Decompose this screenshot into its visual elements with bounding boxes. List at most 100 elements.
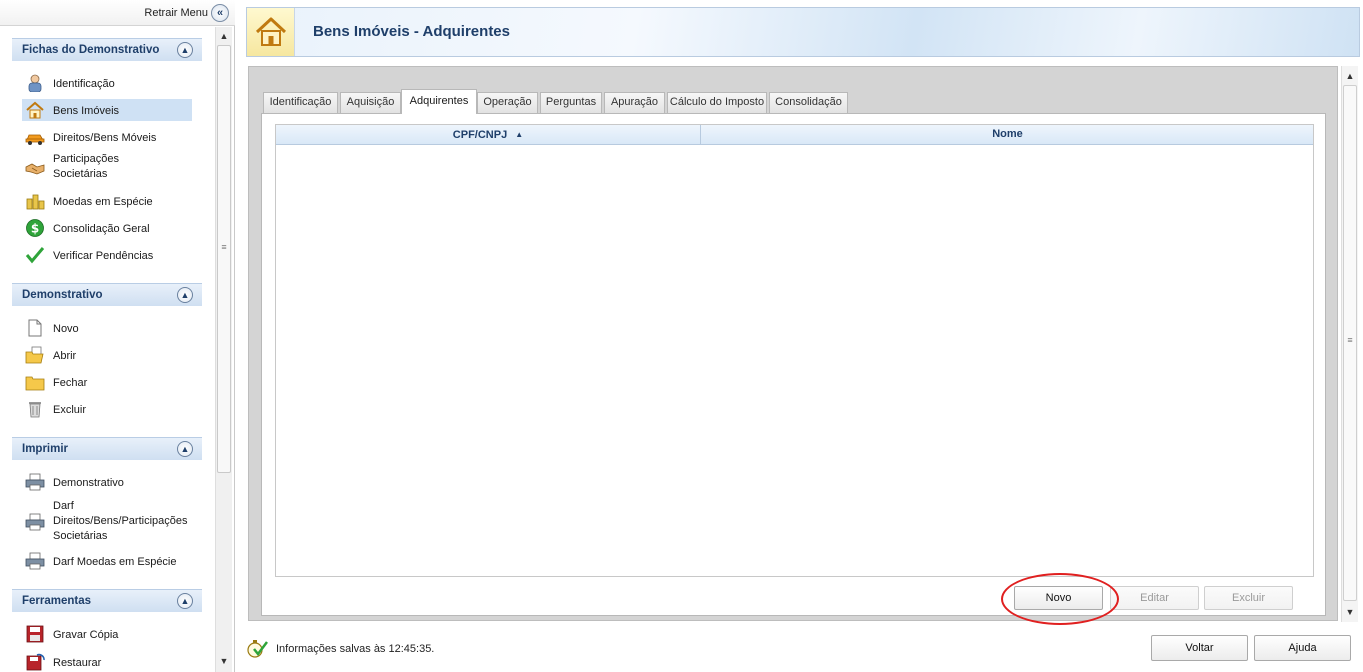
highlight-circle <box>1001 573 1119 625</box>
menu-item-direitos-bens-moveis[interactable]: Direitos/Bens Móveis <box>22 126 192 148</box>
svg-text:$: $ <box>31 222 39 236</box>
menu-item-label: Identificação <box>53 78 115 90</box>
sort-ascending-icon: ▲ <box>515 130 524 139</box>
left-menu: Retrair Menu « Fichas do Demonstrativo ▲… <box>0 0 235 672</box>
tab-calculo-do-imposto[interactable]: Cálculo do Imposto <box>667 92 767 113</box>
menu-item-gravar-copia[interactable]: Gravar Cópia <box>22 623 192 645</box>
collapse-menu-bar[interactable]: Retrair Menu « <box>0 0 235 26</box>
new-document-icon <box>28 319 42 337</box>
menu-item-imprimir-demonstrativo[interactable]: Demonstrativo <box>22 471 192 493</box>
restore-icon <box>26 653 45 671</box>
menu-item-label: Gravar Cópia <box>53 629 119 641</box>
menu-item-novo[interactable]: Novo <box>22 317 192 339</box>
menu-item-label: Demonstrativo <box>53 477 124 489</box>
menu-item-label: Moedas em Espécie <box>53 196 153 208</box>
menu-item-identificacao[interactable]: Identificação <box>22 72 192 94</box>
section-header-ferramentas[interactable]: Ferramentas ▲ <box>12 589 202 612</box>
tab-identificacao[interactable]: Identificação <box>263 92 338 113</box>
adquirentes-table[interactable]: CPF/CNPJ ▲ Nome <box>275 124 1314 577</box>
menu-item-label: Darf Direitos/Bens/Participações Societá… <box>53 500 188 542</box>
collapse-section-icon[interactable]: ▲ <box>177 287 193 303</box>
section-header-fichas[interactable]: Fichas do Demonstrativo ▲ <box>12 38 202 61</box>
collapse-section-icon[interactable]: ▲ <box>177 593 193 609</box>
collapse-section-icon[interactable]: ▲ <box>177 441 193 457</box>
section-title: Imprimir <box>22 443 69 455</box>
house-icon <box>26 101 44 119</box>
tab-apuracao[interactable]: Apuração <box>604 92 665 113</box>
menu-item-label: Verificar Pendências <box>53 250 154 262</box>
car-icon <box>25 134 45 145</box>
menu-item-excluir[interactable]: Excluir <box>22 398 192 420</box>
menu-item-participacoes-societarias[interactable]: Participações Societárias <box>22 152 192 184</box>
tab-aquisicao[interactable]: Aquisição <box>340 92 401 113</box>
menu-item-restaurar[interactable]: Restaurar <box>22 651 192 672</box>
scroll-down-arrow-icon[interactable]: ▼ <box>217 654 231 668</box>
content-scrollbar[interactable]: ▲ ≡ ▼ <box>1341 66 1358 622</box>
collapse-menu-label[interactable]: Retrair Menu <box>144 7 208 19</box>
editar-button[interactable]: Editar <box>1110 586 1199 610</box>
tab-panel-adquirentes: CPF/CNPJ ▲ Nome Novo Editar Excluir <box>261 113 1326 625</box>
content-panel: Identificação Aquisição Adquirentes Oper… <box>248 66 1338 625</box>
check-icon <box>25 247 45 264</box>
menu-item-label: Fechar <box>53 377 88 389</box>
ajuda-button[interactable]: Ajuda <box>1254 635 1351 661</box>
menu-item-label: Direitos/Bens Móveis <box>53 132 157 144</box>
voltar-button[interactable]: Voltar <box>1151 635 1248 661</box>
scroll-up-arrow-icon[interactable]: ▲ <box>1343 69 1357 83</box>
printer-icon <box>25 513 45 531</box>
section-title: Demonstrativo <box>22 289 103 301</box>
section-header-imprimir[interactable]: Imprimir ▲ <box>12 437 202 460</box>
collapse-double-chevron-icon[interactable]: « <box>211 4 229 22</box>
open-folder-icon <box>25 346 44 364</box>
collapse-section-icon[interactable]: ▲ <box>177 42 193 58</box>
tab-consolidacao[interactable]: Consolidação <box>769 92 848 113</box>
printer-icon <box>25 552 45 570</box>
menu-item-verificar-pendencias[interactable]: Verificar Pendências <box>22 244 192 266</box>
menu-scroll-area: Fichas do Demonstrativo ▲ Identificação … <box>0 27 214 672</box>
coins-icon <box>26 194 45 210</box>
house-icon <box>255 17 287 46</box>
menu-item-label: Excluir <box>53 404 87 416</box>
page-header: Bens Imóveis - Adquirentes <box>246 7 1360 57</box>
menu-item-darf-moedas[interactable]: Darf Moedas em Espécie <box>22 550 192 572</box>
status-text: Informações salvas às 12:45:35. <box>276 643 435 655</box>
menu-item-moedas-em-especie[interactable]: Moedas em Espécie <box>22 190 192 212</box>
excluir-button[interactable]: Excluir <box>1204 586 1293 610</box>
header-icon-box <box>247 8 295 56</box>
section-header-demonstrativo[interactable]: Demonstrativo ▲ <box>12 283 202 306</box>
column-header-label: Nome <box>992 128 1023 140</box>
scroll-up-arrow-icon[interactable]: ▲ <box>217 29 231 43</box>
tab-perguntas[interactable]: Perguntas <box>540 92 602 113</box>
column-header-nome[interactable]: Nome <box>702 125 1313 144</box>
ajuda-button-label: Ajuda <box>1288 642 1317 654</box>
menu-item-label: Novo <box>53 323 79 335</box>
voltar-button-label: Voltar <box>1185 642 1214 654</box>
printer-icon <box>25 473 45 491</box>
menu-item-abrir[interactable]: Abrir <box>22 344 192 366</box>
scroll-thumb[interactable] <box>217 45 231 473</box>
menu-item-label: Participações Societárias <box>53 153 120 180</box>
menu-item-label: Abrir <box>53 350 77 362</box>
handshake-icon <box>25 163 45 175</box>
menu-item-darf-direitos[interactable]: Darf Direitos/Bens/Participações Societá… <box>22 499 192 545</box>
menu-item-label: Consolidação Geral <box>53 223 150 235</box>
menu-item-consolidacao-geral[interactable]: $ Consolidação Geral <box>22 217 192 239</box>
menu-item-label: Darf Moedas em Espécie <box>53 556 177 568</box>
person-icon <box>28 74 42 92</box>
menu-item-bens-imoveis[interactable]: Bens Imóveis <box>22 99 192 121</box>
stopwatch-check-icon <box>247 640 268 658</box>
floppy-disk-icon <box>26 625 44 643</box>
dollar-icon: $ <box>26 219 44 237</box>
status-bar: Informações salvas às 12:45:35. <box>246 637 846 661</box>
folder-icon <box>25 376 45 391</box>
tab-operacao[interactable]: Operação <box>477 92 538 113</box>
menu-item-label: Restaurar <box>53 657 102 669</box>
column-header-cpf-cnpj[interactable]: CPF/CNPJ ▲ <box>276 125 701 144</box>
column-header-label: CPF/CNPJ <box>452 129 508 141</box>
tab-adquirentes[interactable]: Adquirentes <box>401 89 477 114</box>
menu-item-fechar[interactable]: Fechar <box>22 371 192 393</box>
scroll-down-arrow-icon[interactable]: ▼ <box>1343 605 1357 619</box>
page-title: Bens Imóveis - Adquirentes <box>313 23 510 40</box>
trash-icon <box>29 402 41 418</box>
menu-scrollbar[interactable]: ▲ ≡ ▼ <box>215 27 232 672</box>
